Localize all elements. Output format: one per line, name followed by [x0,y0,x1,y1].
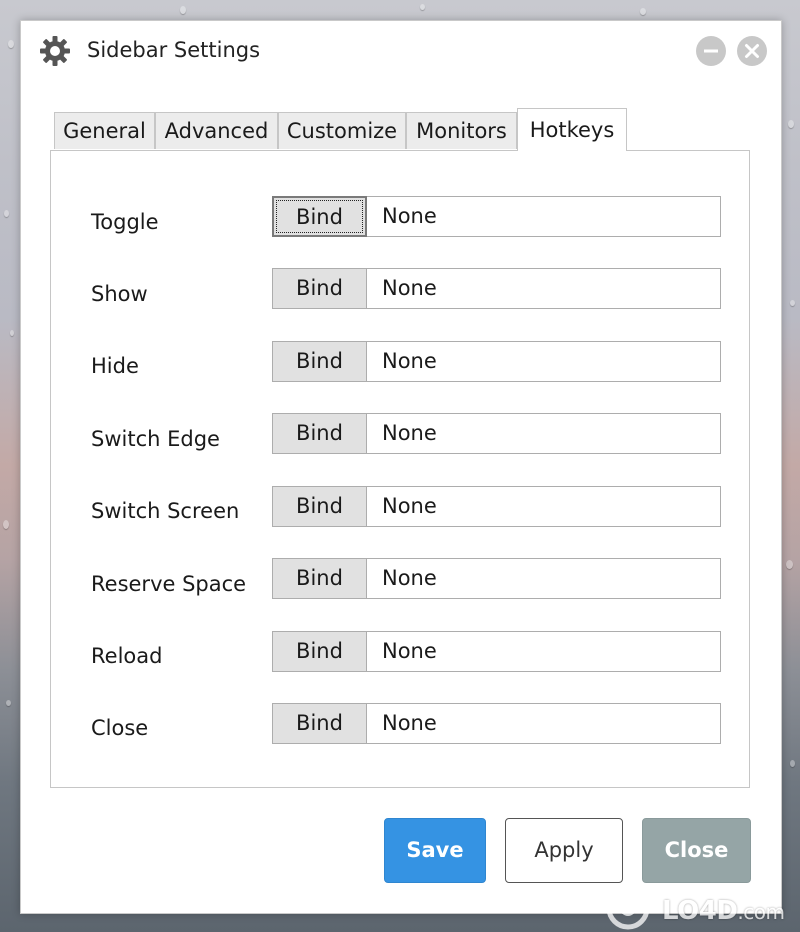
raindrop [3,520,9,529]
hotkey-label-reserve-space: Reserve Space [91,572,247,596]
hotkey-field-close[interactable]: None [367,703,721,744]
window-title: Sidebar Settings [87,38,261,62]
save-button[interactable]: Save [384,818,486,883]
raindrop [790,760,795,767]
hotkeys-panel: Toggle Bind None Show Bind None Hide Bin… [50,150,750,788]
bind-button-switch-edge[interactable]: Bind [272,413,367,454]
bind-button-reserve-space[interactable]: Bind [272,558,367,599]
tab-customize[interactable]: Customize [278,112,406,149]
minimize-icon [704,49,718,53]
hotkey-label-toggle: Toggle [91,210,159,234]
raindrop [10,330,14,336]
bind-button-close[interactable]: Bind [272,703,367,744]
hotkey-label-switch-screen: Switch Screen [91,499,240,523]
watermark-text: LO4D.com [662,896,785,926]
tab-advanced[interactable]: Advanced [155,112,278,149]
raindrop [788,120,794,128]
watermark-brand: LO4D [662,896,738,926]
raindrop [6,700,11,706]
raindrop [180,6,186,14]
bind-button-hide[interactable]: Bind [272,341,367,382]
tab-hotkeys[interactable]: Hotkeys [517,108,627,151]
raindrop [4,210,9,217]
hotkey-label-close: Close [91,716,149,740]
hotkey-field-show[interactable]: None [367,268,721,309]
gear-icon [40,36,70,66]
window-close-button[interactable] [737,36,767,66]
lo4d-logo-icon [606,886,650,930]
bind-button-switch-screen[interactable]: Bind [272,486,367,527]
hotkey-field-toggle[interactable]: None [367,196,721,237]
hotkey-field-reload[interactable]: None [367,631,721,672]
lo4d-watermark: LO4D.com [600,880,800,932]
hotkey-label-switch-edge: Switch Edge [91,427,220,451]
settings-window: Sidebar Settings General Advanced Custom… [20,20,782,914]
hotkey-label-reload: Reload [91,644,163,668]
hotkey-field-switch-edge[interactable]: None [367,413,721,454]
hotkey-field-hide[interactable]: None [367,341,721,382]
minimize-button[interactable] [696,36,726,66]
raindrop [420,4,425,10]
close-icon [745,44,759,58]
close-button[interactable]: Close [642,818,751,883]
hotkey-label-show: Show [91,282,148,306]
tab-general[interactable]: General [54,112,155,149]
hotkey-label-hide: Hide [91,354,139,378]
tab-monitors[interactable]: Monitors [406,112,517,149]
bind-button-reload[interactable]: Bind [272,631,367,672]
raindrop [786,560,793,569]
raindrop [8,40,14,48]
raindrop [640,8,646,15]
watermark-suffix: .com [737,900,785,924]
hotkey-field-reserve-space[interactable]: None [367,558,721,599]
bind-button-toggle[interactable]: Bind [272,196,367,237]
hotkey-field-switch-screen[interactable]: None [367,486,721,527]
apply-button[interactable]: Apply [505,818,623,883]
raindrop [790,300,795,306]
bind-button-show[interactable]: Bind [272,268,367,309]
